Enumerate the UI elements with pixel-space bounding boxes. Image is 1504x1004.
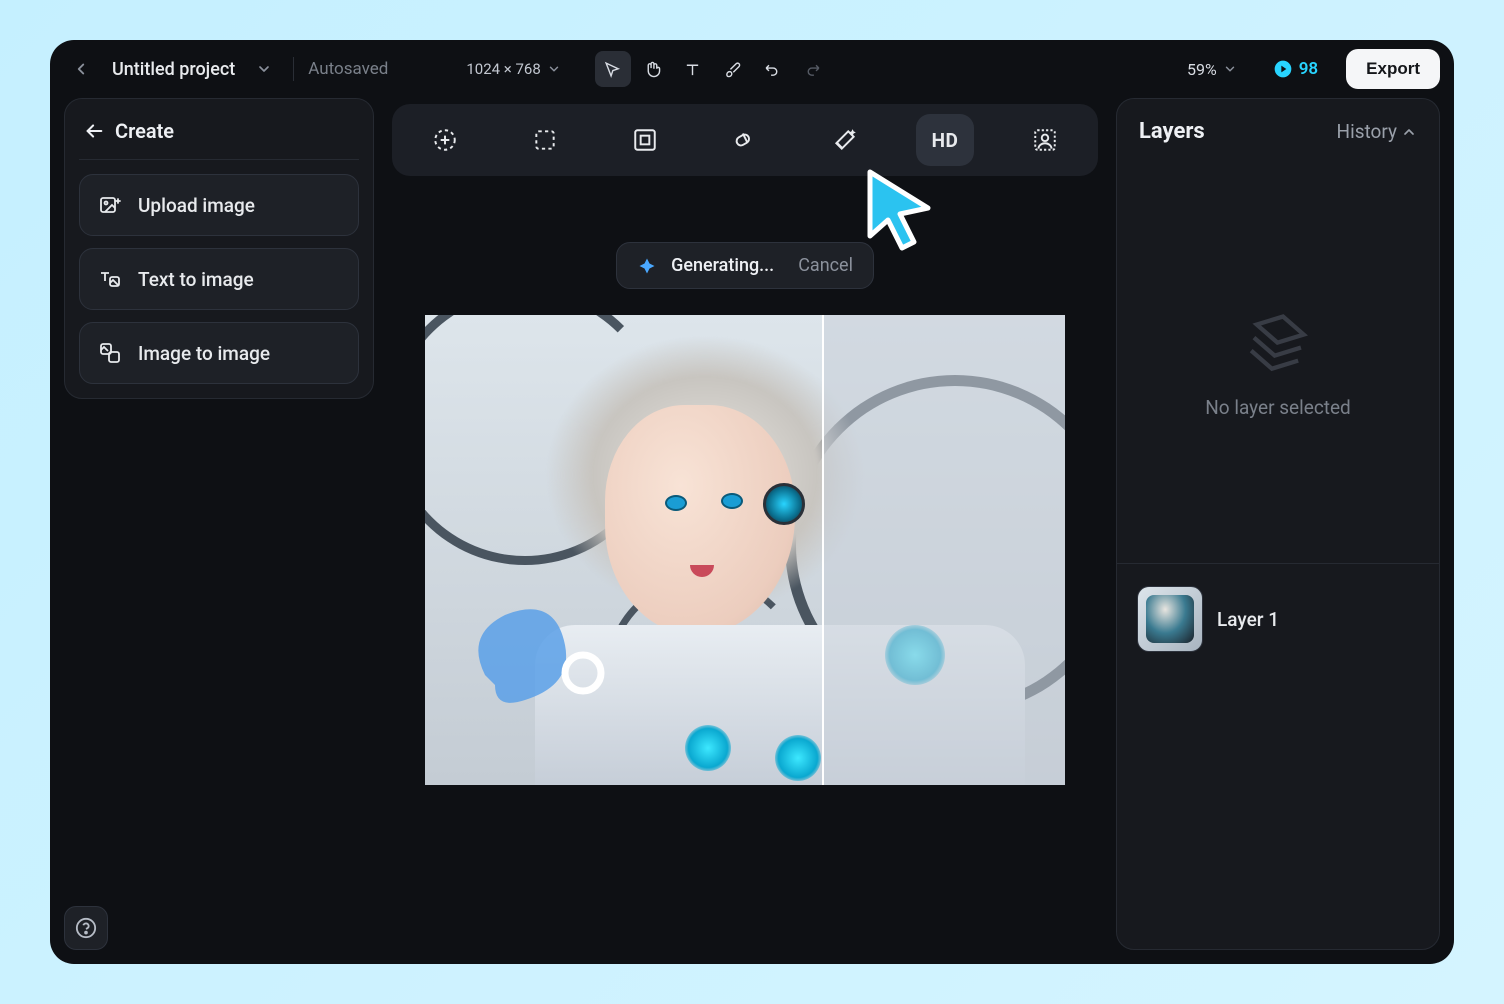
demo-cursor: [860, 164, 944, 254]
project-menu-button[interactable]: [249, 54, 279, 84]
crop-icon: [532, 127, 558, 153]
frame-icon: [632, 127, 658, 153]
text-icon: [684, 61, 701, 78]
image-to-image-option[interactable]: Image to image: [79, 322, 359, 384]
undo-icon: [764, 61, 781, 78]
hand-icon: [644, 61, 661, 78]
canvas-dimensions[interactable]: 1024 × 768: [466, 60, 560, 78]
divider: [293, 57, 294, 81]
layer-thumbnail: [1137, 586, 1203, 652]
hand-tool[interactable]: [635, 51, 671, 87]
canvas[interactable]: [425, 315, 1065, 785]
redo-icon: [804, 61, 821, 78]
spinner-icon: [637, 256, 657, 276]
credits-icon: [1273, 59, 1293, 79]
image-to-image-label: Image to image: [138, 342, 270, 365]
help-icon: [75, 917, 97, 939]
annotation-scribble-icon: [455, 565, 625, 745]
left-panel: Create Upload image Text to image Image …: [64, 98, 374, 950]
project-title[interactable]: Untitled project: [106, 59, 241, 80]
eraser-tool[interactable]: [716, 114, 774, 166]
no-layer-text: No layer selected: [1205, 396, 1351, 419]
chevron-down-icon: [547, 62, 561, 76]
credits-badge[interactable]: 98: [1263, 53, 1328, 85]
text-to-image-icon: [98, 267, 122, 291]
chevron-down-icon: [1223, 62, 1237, 76]
cursor-pointer-icon: [860, 164, 944, 254]
brush-tool[interactable]: [715, 51, 751, 87]
history-toggle[interactable]: History: [1337, 120, 1417, 143]
back-button[interactable]: [64, 52, 98, 86]
right-panel-header: Layers History: [1117, 99, 1439, 164]
chevron-up-icon: [1401, 124, 1417, 140]
dimensions-text: 1024 × 768: [466, 60, 540, 78]
create-card: Create Upload image Text to image Image …: [64, 98, 374, 399]
hd-label: HD: [932, 129, 959, 152]
history-label: History: [1337, 120, 1397, 143]
hd-upscale-tool[interactable]: HD: [916, 114, 974, 166]
edit-tool-strip: HD: [392, 104, 1098, 176]
no-layer-placeholder: No layer selected: [1117, 164, 1439, 564]
main-area: Create Upload image Text to image Image …: [50, 98, 1454, 964]
remove-bg-icon: [1032, 127, 1058, 153]
create-header[interactable]: Create: [79, 113, 359, 160]
generating-label: Generating...: [671, 255, 774, 276]
sparkle-brush-icon: [432, 127, 458, 153]
layer-name: Layer 1: [1217, 608, 1279, 631]
app-window: Untitled project Autosaved 1024 × 768: [50, 40, 1454, 964]
layer-list: Layer 1: [1117, 564, 1439, 674]
redo-button[interactable]: [795, 51, 831, 87]
create-title: Create: [115, 119, 174, 143]
topbar: Untitled project Autosaved 1024 × 768: [50, 40, 1454, 98]
remove-bg-tool[interactable]: [1016, 114, 1074, 166]
select-tool[interactable]: [595, 51, 631, 87]
frame-tool[interactable]: [616, 114, 674, 166]
zoom-control[interactable]: 59%: [1187, 60, 1237, 79]
empty-layers-icon: [1246, 308, 1310, 372]
eraser-icon: [732, 127, 758, 153]
undo-button[interactable]: [755, 51, 791, 87]
image-to-image-icon: [98, 341, 122, 365]
cursor-icon: [604, 61, 621, 78]
text-to-image-option[interactable]: Text to image: [79, 248, 359, 310]
export-button[interactable]: Export: [1346, 49, 1440, 89]
autosaved-label: Autosaved: [308, 59, 388, 79]
brush-icon: [724, 61, 741, 78]
generating-status: Generating... Cancel: [616, 242, 874, 289]
credits-value: 98: [1299, 59, 1318, 79]
text-to-image-label: Text to image: [138, 268, 254, 291]
chevron-down-icon: [256, 61, 272, 77]
magic-wand-icon: [832, 127, 858, 153]
layers-title: Layers: [1139, 119, 1205, 144]
cancel-button[interactable]: Cancel: [798, 255, 853, 276]
magic-tool[interactable]: [816, 114, 874, 166]
crop-tool[interactable]: [516, 114, 574, 166]
center-area: HD Generating... Cancel: [392, 98, 1098, 950]
text-tool[interactable]: [675, 51, 711, 87]
canvas-split-handle[interactable]: [822, 315, 824, 785]
back-arrow-icon: [83, 120, 105, 142]
help-button[interactable]: [64, 906, 108, 950]
upload-image-icon: [98, 193, 122, 217]
upload-image-option[interactable]: Upload image: [79, 174, 359, 236]
tool-group: [595, 51, 831, 87]
upload-image-label: Upload image: [138, 194, 255, 217]
layer-row[interactable]: Layer 1: [1133, 580, 1423, 658]
canvas-compare-overlay: [822, 315, 1065, 785]
right-panel: Layers History No layer selected Layer 1: [1116, 98, 1440, 950]
chevron-left-icon: [72, 60, 90, 78]
zoom-value: 59%: [1187, 60, 1217, 79]
expand-tool[interactable]: [416, 114, 474, 166]
